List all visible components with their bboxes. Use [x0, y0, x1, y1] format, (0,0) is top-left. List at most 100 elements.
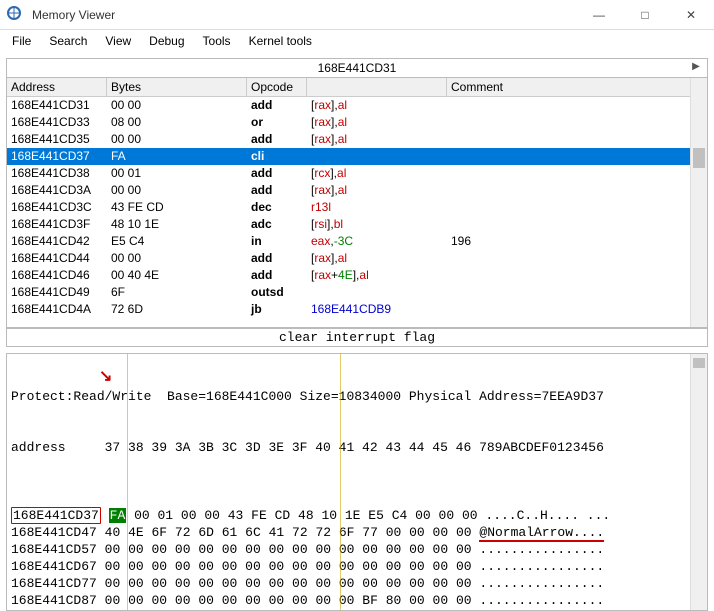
hex-address: 168E441CD47: [11, 525, 97, 540]
hex-rows[interactable]: 168E441CD37 FA 00 01 00 00 43 FE CD 48 1…: [7, 507, 707, 611]
hex-byte: BF: [362, 593, 378, 608]
menu-tools[interactable]: Tools: [195, 32, 239, 50]
hex-ascii: ....C..H.... ...: [485, 508, 610, 523]
hex-byte: 00: [105, 593, 121, 608]
disassembly-pane[interactable]: Address Bytes Opcode Comment 168E441CD31…: [6, 78, 708, 328]
disasm-row[interactable]: 168E441CD4600 40 4Eadd[rax+4E],al: [7, 267, 707, 284]
hex-byte: 00: [386, 559, 402, 574]
window-minimize-button[interactable]: —: [576, 0, 622, 30]
hex-pane[interactable]: Protect:Read/Write Base=168E441C000 Size…: [6, 353, 708, 611]
hex-row[interactable]: 168E441CD47 40 4E 6F 72 6D 61 6C 41 72 7…: [7, 524, 707, 541]
hex-row[interactable]: 168E441CD77 00 00 00 00 00 00 00 00 00 0…: [7, 575, 707, 592]
row-operand: [rax+4E],al: [307, 267, 447, 284]
row-opcode: dec: [247, 199, 307, 216]
hex-byte: 00: [409, 593, 425, 608]
hex-byte: 00: [222, 576, 238, 591]
row-comment: [447, 301, 707, 318]
row-bytes: 00 00: [107, 131, 247, 148]
hex-address: 168E441CD67: [11, 559, 97, 574]
hex-byte: 00: [105, 576, 121, 591]
row-operand: [rsi],bl: [307, 216, 447, 233]
menu-search[interactable]: Search: [41, 32, 95, 50]
row-bytes: 72 6D: [107, 301, 247, 318]
row-opcode: add: [247, 131, 307, 148]
row-bytes: 00 00: [107, 182, 247, 199]
disasm-row[interactable]: 168E441CD4400 00add[rax],al: [7, 250, 707, 267]
disasm-row[interactable]: 168E441CD37FAcli: [7, 148, 707, 165]
hex-ascii: ................: [479, 559, 604, 574]
row-comment: [447, 182, 707, 199]
disasm-row[interactable]: 168E441CD3F48 10 1Eadc[rsi],bl: [7, 216, 707, 233]
menu-kernel-tools[interactable]: Kernel tools: [241, 32, 320, 50]
disasm-row[interactable]: 168E441CD42E5 C4ineax,-3C196: [7, 233, 707, 250]
menu-debug[interactable]: Debug: [141, 32, 192, 50]
hex-scrollbar[interactable]: [690, 354, 707, 610]
nav-forward-icon[interactable]: ▶: [689, 61, 703, 75]
disasm-row[interactable]: 168E441CD3308 00or[rax],al: [7, 114, 707, 131]
hex-address: 168E441CD37: [11, 507, 101, 524]
hex-byte: 00: [128, 576, 144, 591]
row-comment: [447, 199, 707, 216]
hex-byte: 00: [292, 576, 308, 591]
hex-byte: 00: [315, 576, 331, 591]
row-comment: [447, 131, 707, 148]
scrollbar-thumb[interactable]: [693, 148, 705, 168]
hex-byte: 00: [198, 559, 214, 574]
disasm-row[interactable]: 168E441CD4A72 6Djb168E441CDB9: [7, 301, 707, 318]
instruction-hint: clear interrupt flag: [6, 328, 708, 347]
hex-byte: 00: [456, 559, 472, 574]
hex-byte: 48: [298, 508, 314, 523]
scrollbar-thumb[interactable]: [693, 358, 705, 368]
hex-byte: 6F: [151, 525, 167, 540]
hex-byte: 00: [151, 593, 167, 608]
hex-ascii: ................: [479, 576, 604, 591]
hex-byte: 72: [315, 525, 331, 540]
disassembly-header: Address Bytes Opcode Comment: [7, 78, 707, 97]
address-bar[interactable]: 168E441CD31 ▶: [6, 58, 708, 78]
row-comment: [447, 165, 707, 182]
header-bytes[interactable]: Bytes: [107, 78, 247, 96]
hex-byte: 00: [245, 576, 261, 591]
hex-ascii: ................: [479, 593, 604, 608]
disassembly-rows[interactable]: 168E441CD3100 00add[rax],al168E441CD3308…: [7, 97, 707, 318]
window-close-button[interactable]: ✕: [668, 0, 714, 30]
hex-row[interactable]: 168E441CD87 00 00 00 00 00 00 00 00 00 0…: [7, 592, 707, 609]
hex-byte: 00: [151, 542, 167, 557]
hex-byte: 00: [315, 559, 331, 574]
header-address[interactable]: Address: [7, 78, 107, 96]
row-opcode: or: [247, 114, 307, 131]
row-bytes: 00 01: [107, 165, 247, 182]
row-opcode: in: [247, 233, 307, 250]
hex-byte: 00: [181, 508, 197, 523]
hex-byte: 01: [157, 508, 173, 523]
hex-row[interactable]: 168E441CD67 00 00 00 00 00 00 00 00 00 0…: [7, 558, 707, 575]
row-operand: [rax],al: [307, 131, 447, 148]
disasm-row[interactable]: 168E441CD3100 00add[rax],al: [7, 97, 707, 114]
hex-row[interactable]: 168E441CD57 00 00 00 00 00 00 00 00 00 0…: [7, 541, 707, 558]
hex-byte: 77: [362, 525, 378, 540]
row-address: 168E441CD35: [7, 131, 107, 148]
row-address: 168E441CD38: [7, 165, 107, 182]
window-maximize-button[interactable]: □: [622, 0, 668, 30]
hex-byte: 00: [339, 593, 355, 608]
disasm-row[interactable]: 168E441CD3500 00add[rax],al: [7, 131, 707, 148]
hex-byte: 00: [269, 593, 285, 608]
disasm-row[interactable]: 168E441CD3C43 FE CDdecr13l: [7, 199, 707, 216]
hex-byte: 00: [386, 576, 402, 591]
hex-byte: 00: [292, 542, 308, 557]
hex-byte: 4E: [128, 525, 144, 540]
menu-file[interactable]: File: [4, 32, 39, 50]
header-opcode[interactable]: Opcode: [247, 78, 307, 96]
disasm-row[interactable]: 168E441CD3A00 00add[rax],al: [7, 182, 707, 199]
disassembly-scrollbar[interactable]: [690, 78, 707, 327]
hex-divider: [340, 354, 341, 610]
hex-row[interactable]: 168E441CD37 FA 00 01 00 00 43 FE CD 48 1…: [7, 507, 707, 524]
hex-byte: 00: [269, 542, 285, 557]
header-comment[interactable]: Comment: [447, 78, 707, 96]
disasm-row[interactable]: 168E441CD496Foutsd: [7, 284, 707, 301]
disasm-row[interactable]: 168E441CD3800 01add[rcx],al: [7, 165, 707, 182]
hex-byte: 6F: [339, 525, 355, 540]
hex-ascii: @NormalArrow....: [479, 525, 604, 542]
menu-view[interactable]: View: [97, 32, 139, 50]
hex-byte: 00: [222, 542, 238, 557]
